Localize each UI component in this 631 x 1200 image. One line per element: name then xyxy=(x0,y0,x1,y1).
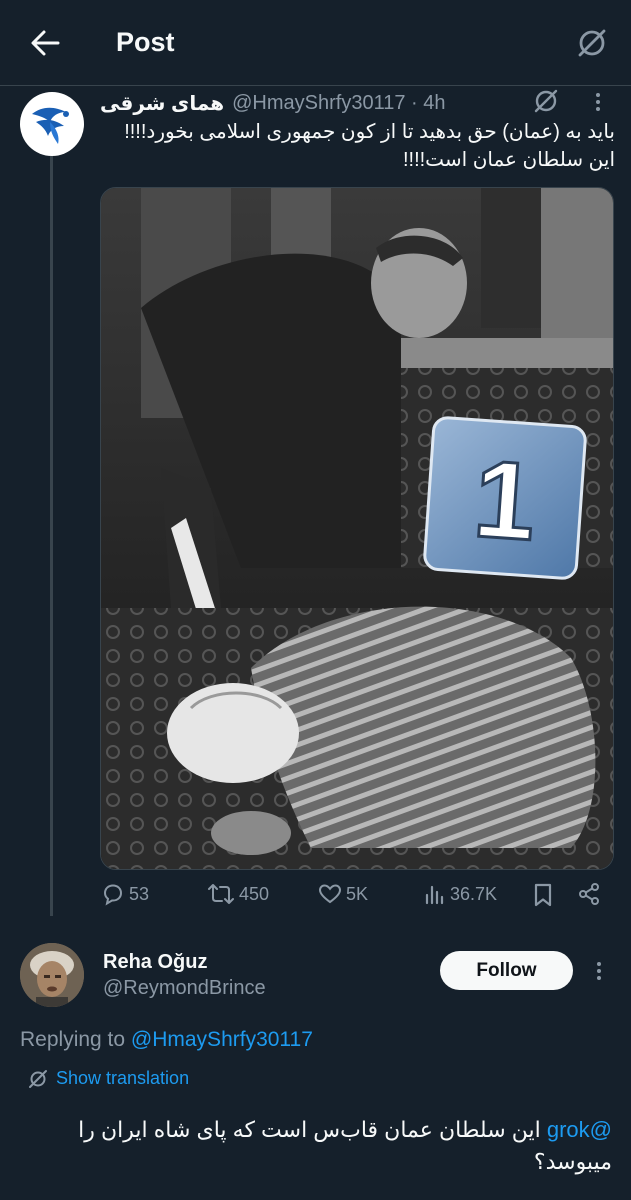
views-button[interactable]: 36.7K xyxy=(424,882,497,906)
share-button[interactable] xyxy=(577,882,601,906)
post-text-line: باید به (عمان) حق بدهید تا از کون جمهوری… xyxy=(124,121,615,143)
arrow-left-icon[interactable] xyxy=(28,26,62,60)
grok-icon[interactable] xyxy=(533,88,559,114)
grok-icon xyxy=(28,1069,48,1089)
like-button[interactable]: 5K xyxy=(318,882,368,906)
bookmark-icon xyxy=(532,882,554,908)
author-name[interactable]: همای شرقی xyxy=(100,91,224,116)
views-icon xyxy=(424,882,446,906)
thread-connector xyxy=(50,156,53,916)
post-photo[interactable]: 1 xyxy=(100,187,614,870)
like-count: 5K xyxy=(346,883,369,904)
post-header: همای شرقی @HmayShrfy30117 · 4h xyxy=(100,90,445,116)
more-options-icon[interactable] xyxy=(590,961,608,981)
post-text-line: این سلطان عمان است!!!! xyxy=(402,149,615,171)
reply-author-name[interactable]: Reha Oğuz xyxy=(103,951,207,974)
avatar[interactable] xyxy=(20,92,84,156)
show-translation-label: Show translation xyxy=(56,1068,190,1088)
views-count: 36.7K xyxy=(450,883,498,904)
repost-button[interactable]: 450 xyxy=(207,882,269,906)
bookmark-button[interactable] xyxy=(532,882,554,908)
more-options-icon[interactable] xyxy=(588,92,608,112)
reply-text-line: این سلطان عمان قاب‌س است که پای شاه ایرا… xyxy=(78,1117,541,1142)
repost-count: 450 xyxy=(239,883,270,904)
reply-button[interactable]: 53 xyxy=(101,882,149,906)
post-actions: 53 450 5K 36.7K xyxy=(0,880,631,916)
heart-icon xyxy=(318,882,342,906)
reply-icon xyxy=(101,882,125,906)
author-handle-time[interactable]: @HmayShrfy30117 · 4h xyxy=(232,92,445,115)
avatar[interactable] xyxy=(20,943,84,1007)
follow-button[interactable]: Follow xyxy=(440,951,573,990)
reply-text: @grok این سلطان عمان قاب‌س است که پای شا… xyxy=(20,1114,612,1178)
repost-icon xyxy=(207,882,235,906)
reply-text-line: میبوسد؟ xyxy=(533,1149,612,1174)
share-icon xyxy=(577,882,601,906)
grok-icon[interactable] xyxy=(576,27,608,59)
post-text: باید به (عمان) حق بدهید تا از کون جمهوری… xyxy=(100,118,615,174)
page-title: Post xyxy=(116,27,175,57)
reply-count: 53 xyxy=(129,883,150,904)
top-bar: Post xyxy=(0,0,631,86)
replying-to: Replying to @HmayShrfy30117 xyxy=(20,1028,313,1052)
reply-author-handle[interactable]: @ReymondBrince xyxy=(103,977,266,1000)
replying-to-mention[interactable]: @HmayShrfy30117 xyxy=(131,1028,313,1051)
photo-badge-number: 1 xyxy=(470,437,540,564)
grok-mention[interactable]: @grok xyxy=(547,1117,612,1142)
show-translation-button[interactable]: Show translation xyxy=(28,1068,189,1089)
replying-to-label: Replying to xyxy=(20,1028,126,1051)
